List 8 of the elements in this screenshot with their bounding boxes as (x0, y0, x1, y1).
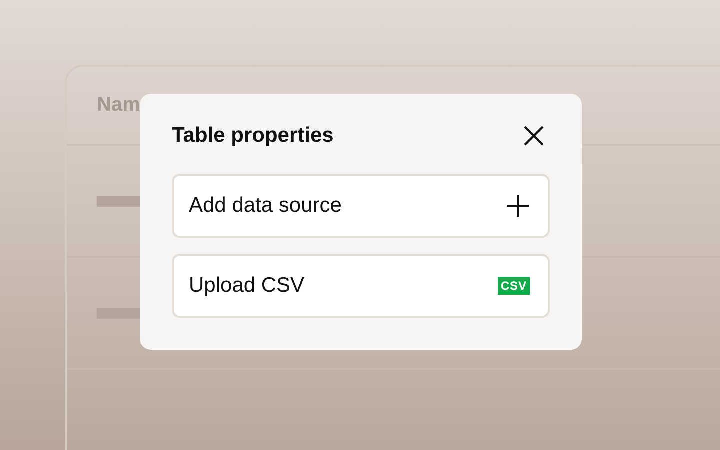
option-button[interactable]: Add data source (172, 174, 550, 238)
csv-file-icon: CSV (498, 277, 530, 295)
option-button[interactable]: Upload CSV CSV (172, 254, 550, 318)
column-header: Nam (97, 94, 140, 117)
plus-icon (506, 194, 530, 218)
dialog-title: Table properties (172, 124, 334, 148)
close-icon (522, 124, 546, 148)
close-button[interactable] (522, 124, 546, 148)
